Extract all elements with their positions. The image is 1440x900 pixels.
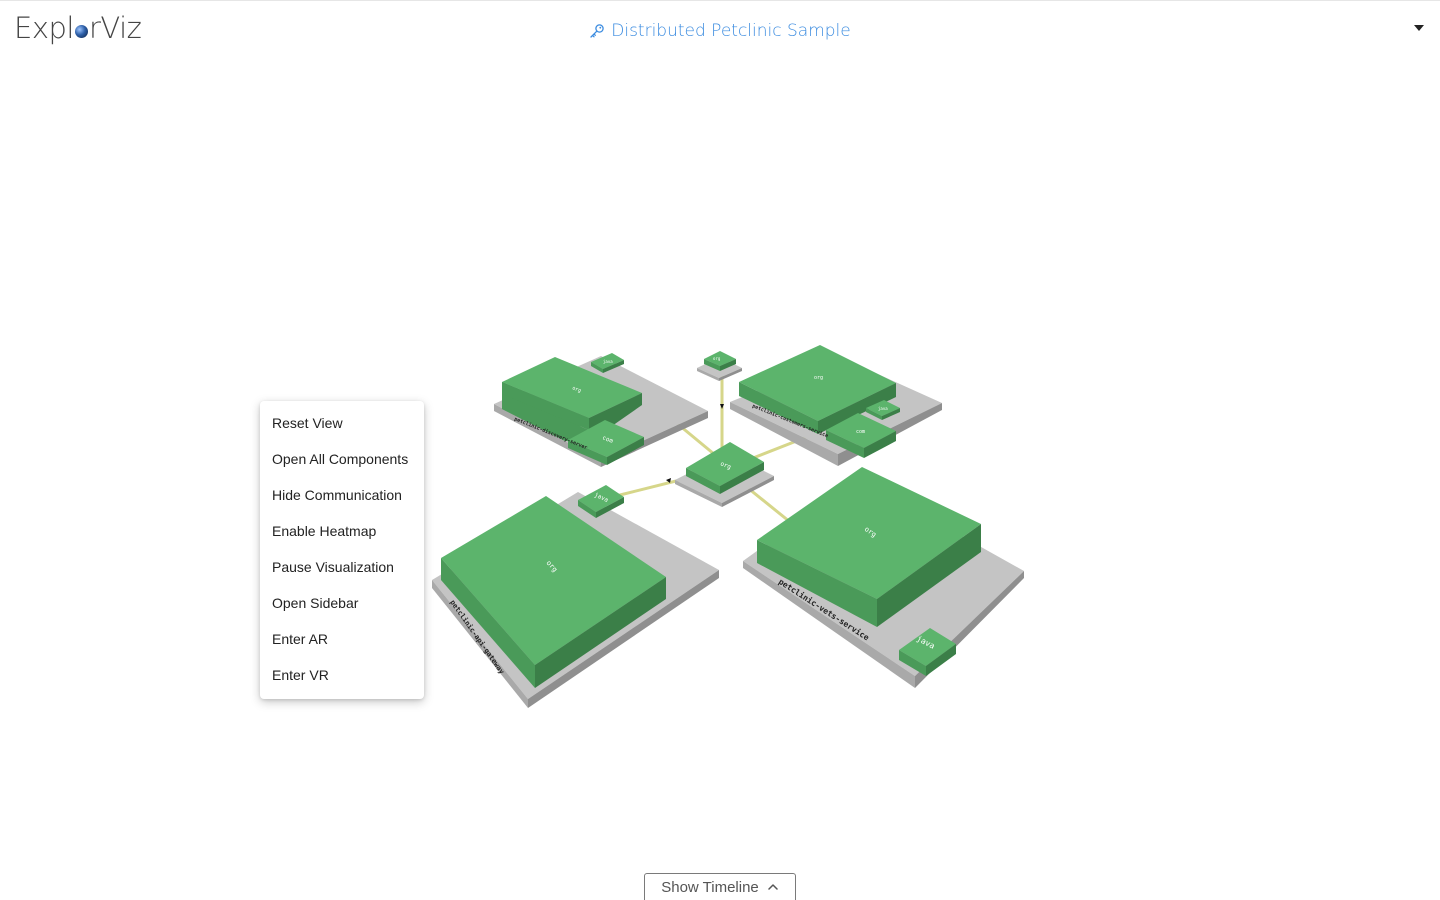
show-timeline-button[interactable]: Show Timeline — [644, 873, 796, 900]
app-petclinic-discovery-server[interactable]: org com java petclinic-discovery-server — [494, 353, 708, 467]
key-icon — [590, 24, 604, 38]
chevron-up-icon — [768, 884, 778, 890]
navbar-dropdown-caret-icon[interactable] — [1414, 25, 1424, 31]
menu-item-open-sidebar[interactable]: Open Sidebar — [260, 586, 424, 622]
city-visualization[interactable]: .ft { fill: #c4c4c4; } .fs { fill: #a9a9… — [0, 62, 1440, 862]
app-petclinic-vets-service[interactable]: org java petclinic-vets-service — [743, 467, 1024, 688]
svg-text:java: java — [878, 406, 888, 411]
context-menu: Reset View Open All Components Hide Comm… — [260, 401, 424, 699]
svg-text:com: com — [856, 429, 865, 435]
app-petclinic-api-gateway[interactable]: org java petclinic-api-gateway — [432, 485, 719, 708]
svg-text:org: org — [814, 375, 823, 381]
top-navbar: Expl rViz Distributed Petclinic Sample — [0, 0, 1440, 62]
visualization-canvas[interactable]: .ft { fill: #c4c4c4; } .fs { fill: #a9a9… — [0, 62, 1440, 862]
menu-item-enter-ar[interactable]: Enter AR — [260, 622, 424, 658]
landscape-title-link[interactable]: Distributed Petclinic Sample — [589, 21, 851, 41]
menu-item-enable-heatmap[interactable]: Enable Heatmap — [260, 514, 424, 550]
menu-item-open-all-components[interactable]: Open All Components — [260, 442, 424, 478]
menu-item-hide-communication[interactable]: Hide Communication — [260, 478, 424, 514]
landscape-title: Distributed Petclinic Sample — [611, 21, 851, 41]
menu-item-pause-visualization[interactable]: Pause Visualization — [260, 550, 424, 586]
landscape-title-bar: Distributed Petclinic Sample — [0, 21, 1440, 44]
show-timeline-label: Show Timeline — [661, 878, 759, 896]
svg-text:org: org — [713, 356, 721, 361]
svg-text:java: java — [603, 359, 613, 364]
app-petclinic-config-server[interactable]: org — [697, 351, 742, 381]
menu-item-reset-view[interactable]: Reset View — [260, 406, 424, 442]
menu-item-enter-vr[interactable]: Enter VR — [260, 658, 424, 694]
app-petclinic-customers-service[interactable]: org com java petclinic-customers-service — [730, 345, 942, 466]
